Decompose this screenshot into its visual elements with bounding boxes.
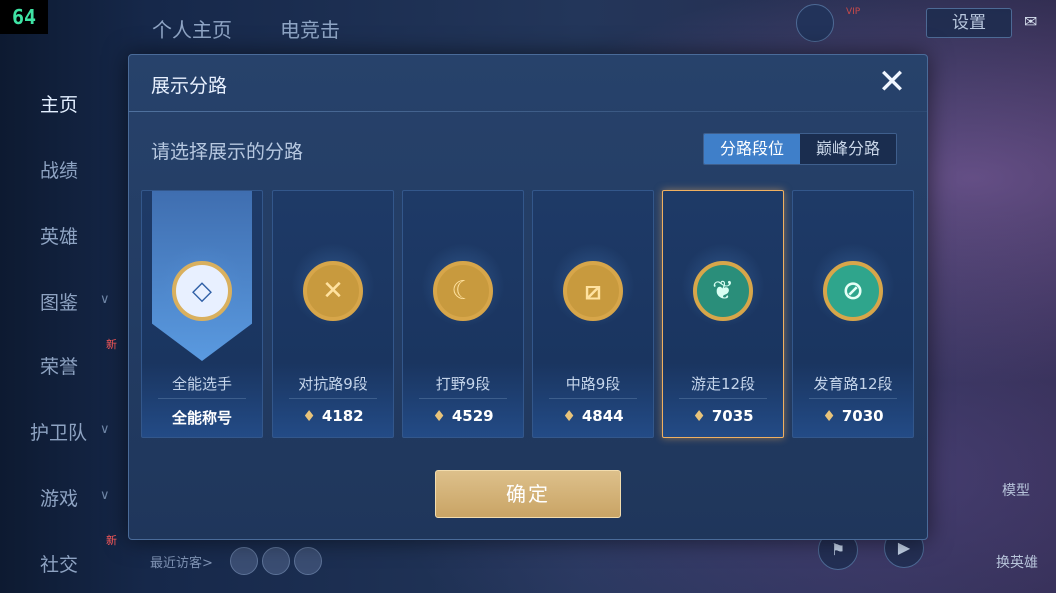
- new-badge: 新: [106, 534, 117, 547]
- tab-lane-rank[interactable]: 分路段位: [704, 134, 800, 164]
- score-value: 4844: [581, 407, 624, 425]
- tab-profile[interactable]: 个人主页: [152, 14, 232, 43]
- divider: [809, 398, 897, 399]
- card-score: ♦ 7030: [793, 407, 913, 425]
- roam-emblem-icon: ❦: [693, 261, 753, 321]
- lane-mode-toggle: 分路段位 巅峰分路: [703, 133, 897, 165]
- dialog-prompt: 请选择展示的分路: [151, 141, 304, 163]
- clash-lane-emblem-icon: ✕: [303, 261, 363, 321]
- score-value: 7035: [711, 407, 754, 425]
- sidebar-item-heroes[interactable]: 英雄: [40, 222, 78, 249]
- rank-points-icon: ♦: [692, 407, 706, 425]
- divider: [419, 398, 507, 399]
- model-button[interactable]: 模型: [1002, 480, 1030, 500]
- card-score: ♦ 4182: [273, 407, 393, 425]
- card-label: 发育路12段: [813, 375, 893, 393]
- visitor-avatar[interactable]: [230, 547, 258, 575]
- lane-card-clash[interactable]: ✕ 对抗路9段 ♦ 4182: [272, 190, 394, 438]
- rank-points-icon: ♦: [302, 407, 316, 425]
- jungle-emblem-icon: ☾: [433, 261, 493, 321]
- card-label: 中路9段: [565, 375, 621, 393]
- farm-lane-emblem-icon: ⊘: [823, 261, 883, 321]
- card-score: ♦ 4529: [403, 407, 523, 425]
- card-label: 打野9段: [435, 375, 491, 393]
- new-badge: 新: [106, 338, 117, 351]
- card-label: 对抗路9段: [298, 375, 368, 393]
- divider: [549, 398, 637, 399]
- score-value: 4182: [321, 407, 364, 425]
- chevron-down-icon: ∨: [100, 422, 110, 437]
- fps-counter: 64: [0, 0, 48, 34]
- visitor-avatar[interactable]: [262, 547, 290, 575]
- rank-points-icon: ♦: [562, 407, 576, 425]
- card-score: 全能称号: [142, 407, 262, 428]
- sidebar-item-social[interactable]: 社交: [40, 550, 78, 577]
- avatar[interactable]: [796, 4, 834, 42]
- lane-display-dialog: 展示分路 ✕ 请选择展示的分路 分路段位 巅峰分路 ◇ 全能选手 全能称号 ✕ …: [128, 54, 928, 540]
- sidebar-item-home[interactable]: 主页: [40, 90, 78, 117]
- divider: [289, 398, 377, 399]
- lane-card-mid[interactable]: ⧄ 中路9段 ♦ 4844: [532, 190, 654, 438]
- lane-card-all-round[interactable]: ◇ 全能选手 全能称号: [141, 190, 263, 438]
- rank-points-icon: ♦: [822, 407, 836, 425]
- divider: [679, 398, 767, 399]
- sidebar-item-honor[interactable]: 荣誉: [40, 352, 78, 379]
- sidebar: 主页 战绩 英雄 图鉴 ∨ 新 荣誉 护卫队 ∨ 游戏 ∨ 新 社交: [0, 60, 128, 593]
- notification-icon[interactable]: ✉: [1024, 12, 1044, 32]
- settings-button[interactable]: 设置: [926, 8, 1012, 38]
- dialog-title: 展示分路: [151, 75, 228, 97]
- sidebar-item-codex[interactable]: 图鉴: [40, 288, 78, 315]
- mid-lane-emblem-icon: ⧄: [563, 261, 623, 321]
- lane-card-roam[interactable]: ❦ 游走12段 ♦ 7035: [662, 190, 784, 438]
- sidebar-item-game[interactable]: 游戏: [40, 484, 78, 511]
- score-value: 7030: [841, 407, 884, 425]
- divider: [129, 111, 927, 112]
- title-text: 全能称号: [171, 409, 232, 427]
- switch-hero-button[interactable]: 换英雄: [996, 552, 1038, 572]
- all-round-emblem-icon: ◇: [172, 261, 232, 321]
- confirm-button[interactable]: 确定: [435, 470, 621, 518]
- chevron-down-icon: ∨: [100, 292, 110, 307]
- sidebar-item-guard[interactable]: 护卫队: [30, 418, 87, 445]
- card-label: 全能选手: [171, 375, 232, 393]
- card-score: ♦ 7035: [663, 407, 783, 425]
- card-score: ♦ 4844: [533, 407, 653, 425]
- tab-esports[interactable]: 电竞击: [280, 14, 340, 43]
- recent-visitors-link[interactable]: 最近访客>: [150, 552, 213, 571]
- top-bar: 个人主页 电竞击 VIP 设置 ✉: [128, 0, 1056, 52]
- visitor-avatar[interactable]: [294, 547, 322, 575]
- sidebar-item-record[interactable]: 战绩: [40, 156, 78, 183]
- divider: [158, 398, 246, 399]
- card-label: 游走12段: [690, 375, 756, 393]
- rank-points-icon: ♦: [432, 407, 446, 425]
- lane-card-farm[interactable]: ⊘ 发育路12段 ♦ 7030: [792, 190, 914, 438]
- lane-card-list: ◇ 全能选手 全能称号 ✕ 对抗路9段 ♦ 4182 ☾ 打野9段 ♦ 4529 ⧄…: [141, 190, 917, 438]
- score-value: 4529: [451, 407, 494, 425]
- tab-peak-lane[interactable]: 巅峰分路: [800, 134, 896, 164]
- lane-card-jungle[interactable]: ☾ 打野9段 ♦ 4529: [402, 190, 524, 438]
- close-icon[interactable]: ✕: [873, 63, 911, 101]
- chevron-down-icon: ∨: [100, 488, 110, 503]
